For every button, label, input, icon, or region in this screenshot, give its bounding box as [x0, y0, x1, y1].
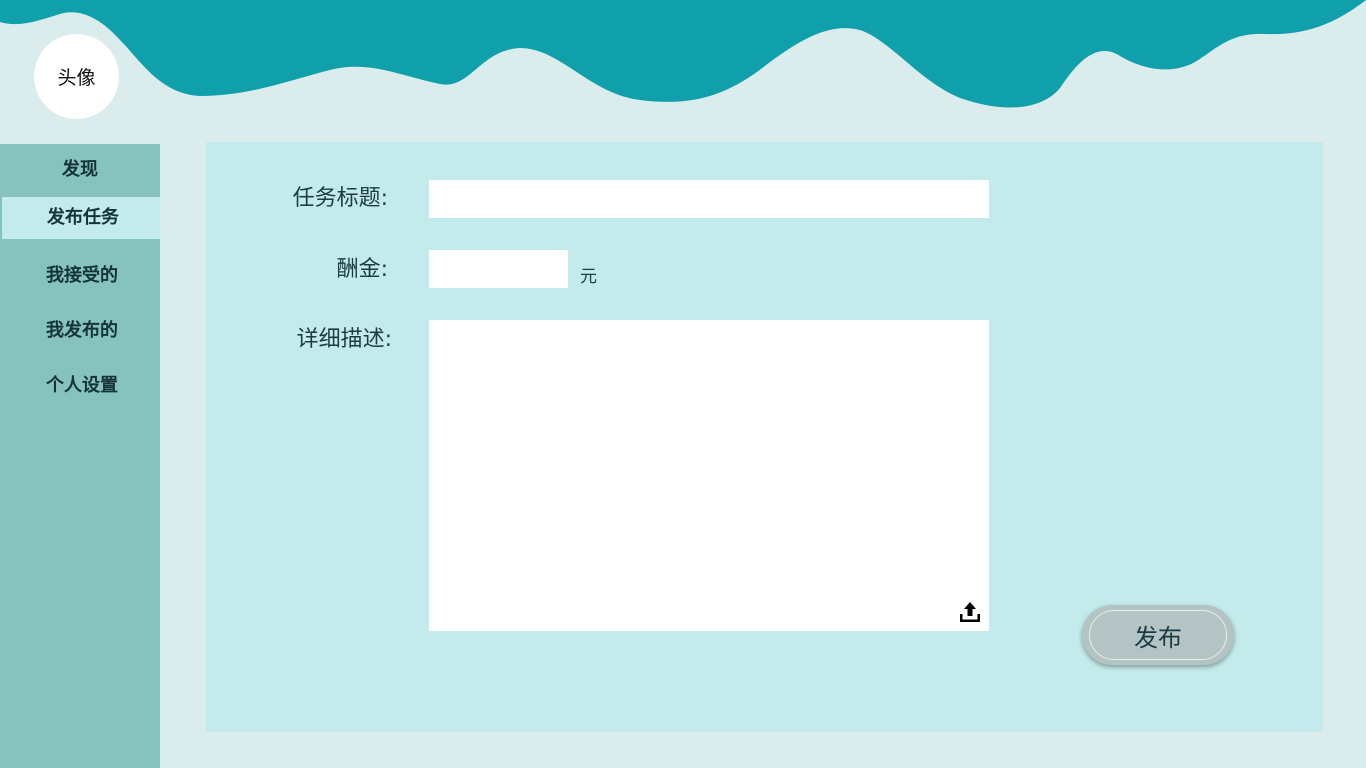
reward-unit-label: 元 [580, 267, 597, 287]
avatar[interactable]: 头像 [34, 34, 119, 119]
task-title-label: 任务标题: [292, 186, 388, 211]
reward-input[interactable] [429, 250, 568, 288]
sidebar-item-discover[interactable]: 发现 [0, 155, 160, 181]
task-title-input[interactable] [429, 180, 989, 218]
sidebar-item-accepted[interactable]: 我接受的 [0, 261, 160, 287]
publish-task-panel: 任务标题: 酬金: 元 详细描述: 发布 [206, 142, 1323, 732]
upload-icon[interactable] [959, 601, 981, 623]
publish-button-label: 发布 [1089, 610, 1227, 660]
header-wave-decoration [0, 0, 1366, 108]
avatar-label: 头像 [57, 67, 96, 89]
description-textarea[interactable] [429, 320, 989, 631]
reward-label: 酬金: [336, 257, 388, 282]
sidebar-item-settings[interactable]: 个人设置 [0, 371, 160, 397]
description-label: 详细描述: [296, 327, 392, 352]
sidebar-item-published[interactable]: 我发布的 [0, 316, 160, 342]
publish-button[interactable]: 发布 [1082, 605, 1234, 665]
sidebar: 发现 发布任务 我接受的 我发布的 个人设置 [0, 144, 160, 768]
description-box [429, 320, 989, 631]
sidebar-item-publish-task[interactable]: 发布任务 [2, 197, 160, 239]
